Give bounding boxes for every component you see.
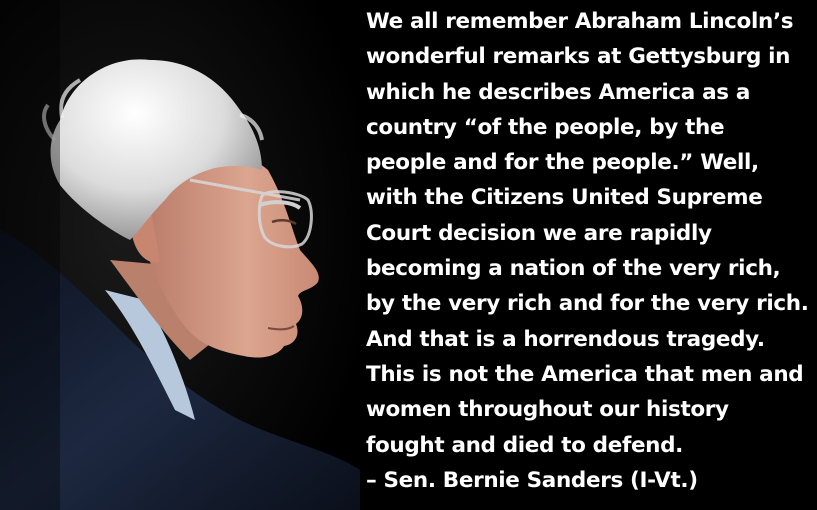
quote-line: This is not the America that men and: [366, 361, 804, 387]
quote-line: And that is a horrendous tragedy.: [366, 326, 765, 352]
quote-line: Court decision we are rapidly: [366, 220, 712, 246]
quote-text: We all remember Abraham Lincoln’s wonder…: [366, 4, 814, 498]
quote-line: with the Citizens United Supreme: [366, 185, 763, 211]
quote-line: fought and died to defend.: [366, 432, 684, 458]
quote-line: by the very rich and for the very rich.: [366, 291, 809, 317]
quote-line: wonderful remarks at Gettysburg in: [366, 44, 791, 70]
quote-line: country “of the people, by the: [366, 114, 725, 140]
quote-line: We all remember Abraham Lincoln’s: [366, 9, 794, 34]
quote-attribution: – Sen. Bernie Sanders (I-Vt.): [366, 467, 698, 493]
quote-line: women throughout our history: [366, 397, 729, 423]
quote-line: which he describes America as a: [366, 79, 750, 105]
quote-line: becoming a nation of the very rich,: [366, 256, 781, 282]
portrait-photo: [0, 0, 360, 510]
quote-line: people and for the people.” Well,: [366, 150, 759, 176]
quote-card: We all remember Abraham Lincoln’s wonder…: [0, 0, 817, 510]
